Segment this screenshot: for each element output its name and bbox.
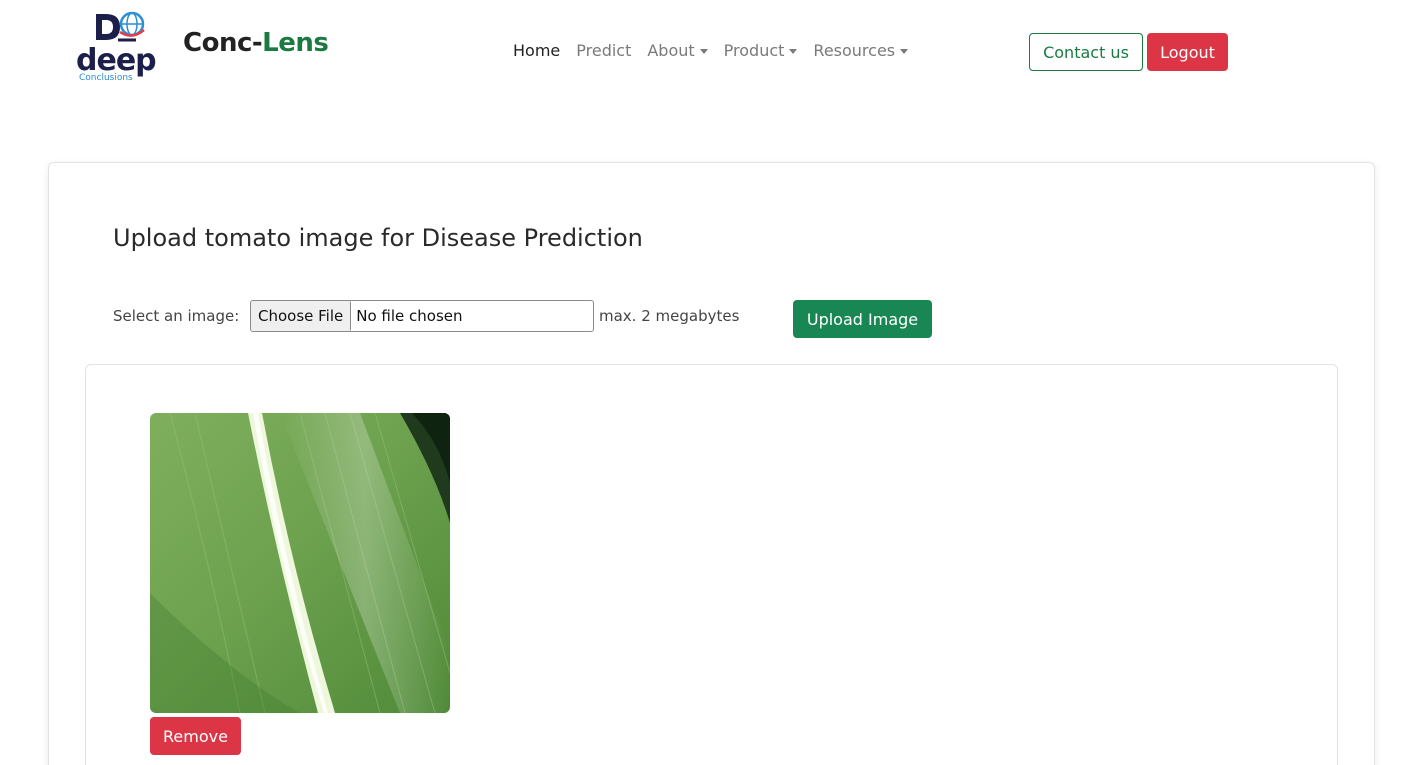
max-size-note: max. 2 megabytes [599,307,740,325]
brand-name[interactable]: Conc-Lens [183,28,329,58]
nav-home-label: Home [513,41,561,60]
nav-links: Home Predict About Product Resources [513,41,909,60]
nav-resources-label: Resources [813,41,896,60]
caret-down-icon [699,49,708,54]
nav-product-label: Product [723,41,785,60]
logo-wordmark: deep [76,43,157,78]
nav-product-dropdown[interactable]: Product [724,41,798,60]
upload-image-button[interactable]: Upload Image [793,300,932,338]
file-status-text: No file chosen [356,307,463,325]
nav-predict[interactable]: Predict [576,41,631,60]
caret-down-icon [789,49,798,54]
remove-button[interactable]: Remove [150,717,241,755]
page-title: Upload tomato image for Disease Predicti… [113,224,643,252]
navbar: deep Conclusions Conc-Lens Home Predict … [0,0,1422,100]
brand-name-part1: Conc- [183,28,263,58]
file-input[interactable]: Choose File No file chosen [250,300,594,332]
nav-predict-label: Predict [576,41,632,60]
nav-home[interactable]: Home [513,41,560,60]
contact-us-button[interactable]: Contact us [1029,33,1143,71]
select-image-label: Select an image: [113,307,240,325]
logout-button[interactable]: Logout [1147,33,1228,71]
nav-resources-dropdown[interactable]: Resources [813,41,909,60]
leaf-image [150,413,450,713]
logo-subtext: Conclusions [79,73,133,83]
caret-down-icon [900,49,909,54]
nav-about-dropdown[interactable]: About [647,41,708,60]
nav-about-label: About [647,41,695,60]
brand-name-part2: Lens [262,28,329,58]
choose-file-button[interactable]: Choose File [251,301,352,331]
brand-logo[interactable]: deep Conclusions [76,10,176,86]
uploaded-leaf-image [150,413,450,713]
